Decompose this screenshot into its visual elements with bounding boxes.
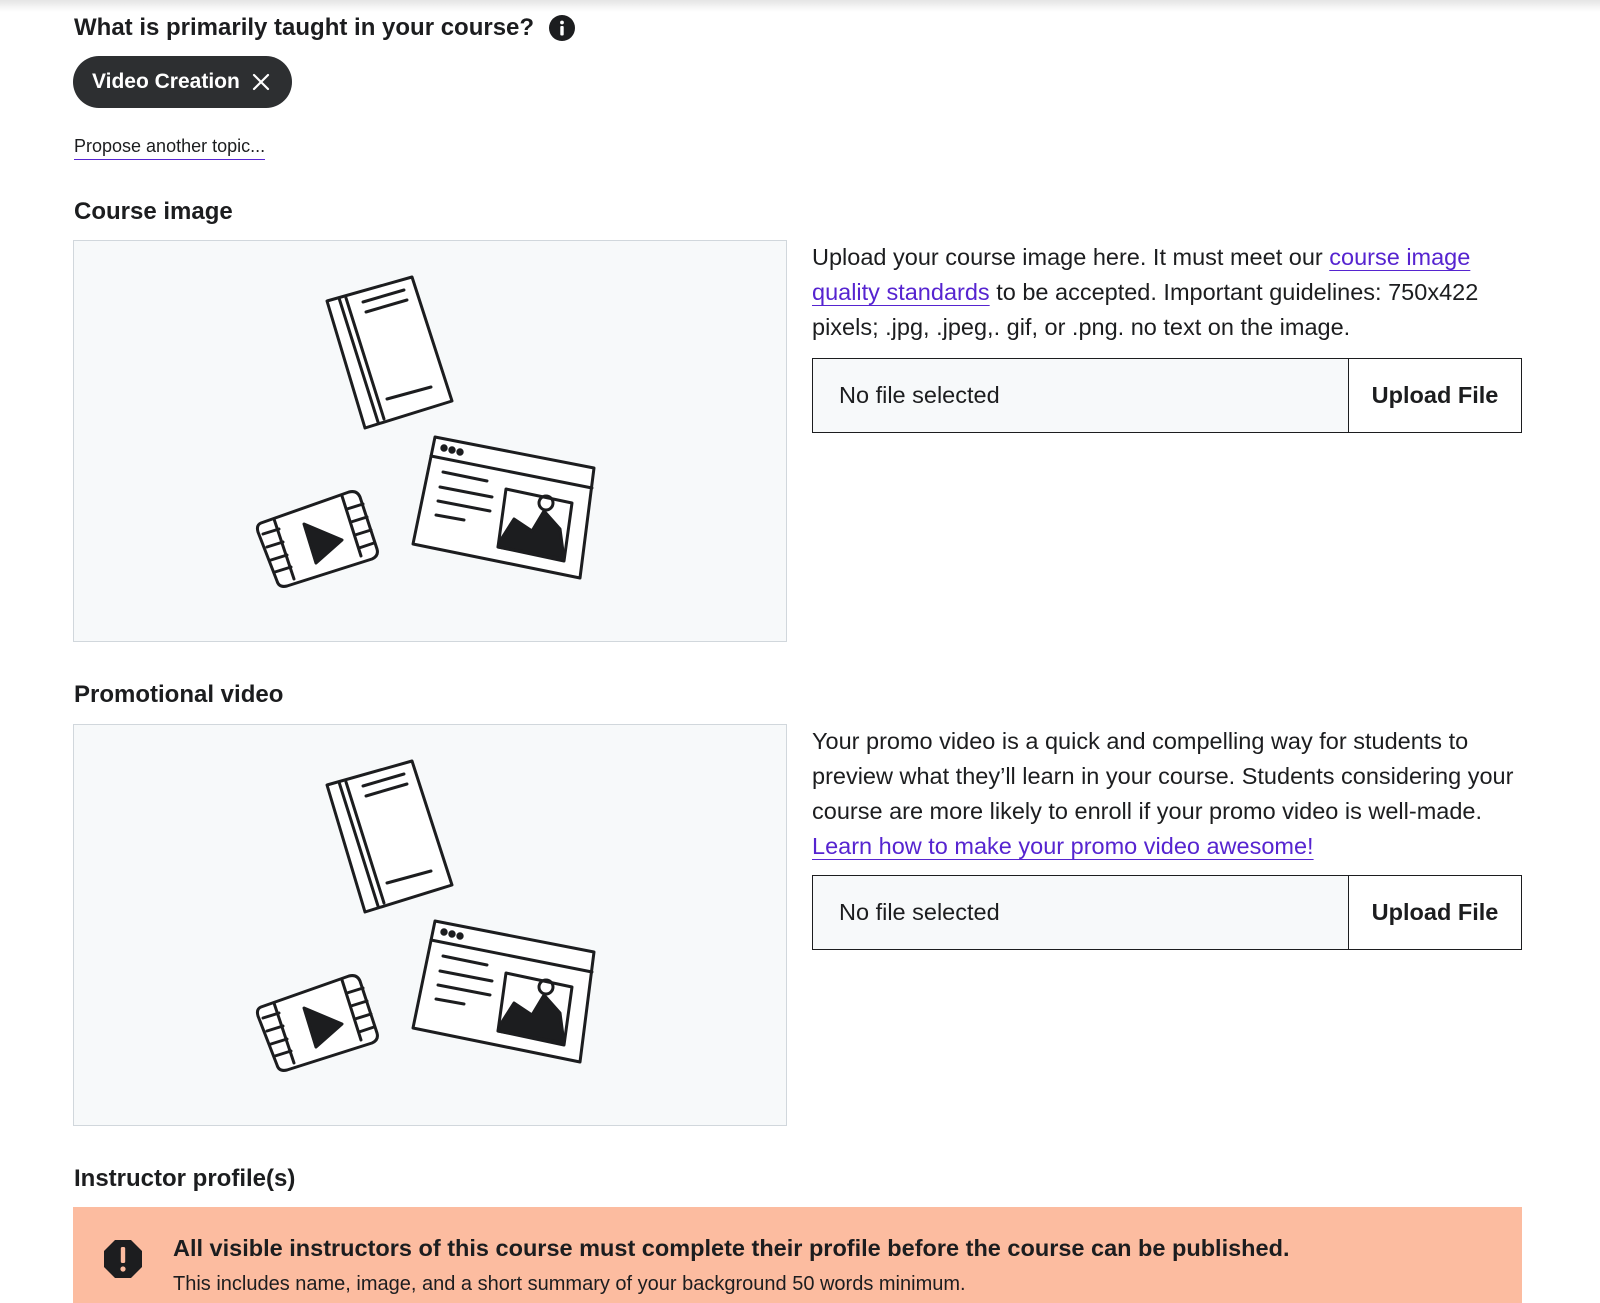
course-image-preview bbox=[73, 240, 787, 642]
browser-window-icon bbox=[411, 435, 596, 580]
selected-topic-label: Video Creation bbox=[92, 70, 240, 93]
propose-topic-link[interactable]: Propose another topic... bbox=[74, 134, 266, 160]
course-image-upload-button[interactable]: Upload File bbox=[1348, 359, 1521, 432]
topic-question: What is primarily taught in your course? bbox=[74, 10, 576, 46]
selected-topic-chip[interactable]: Video Creation bbox=[73, 56, 292, 108]
browser-window-icon bbox=[411, 919, 596, 1064]
book-icon bbox=[325, 275, 454, 430]
promo-video-help-link[interactable]: Learn how to make your promo video aweso… bbox=[812, 833, 1314, 859]
info-icon[interactable] bbox=[548, 14, 576, 42]
book-icon bbox=[325, 759, 454, 914]
course-image-heading: Course image bbox=[74, 198, 233, 225]
instructor-profile-alert: All visible instructors of this course m… bbox=[73, 1207, 1522, 1303]
course-image-desc-text: Upload your course image here. It must m… bbox=[812, 244, 1330, 270]
alert-octagon-icon bbox=[103, 1239, 143, 1279]
promo-video-heading: Promotional video bbox=[74, 681, 284, 708]
alert-body: This includes name, image, and a short s… bbox=[173, 1273, 966, 1295]
media-illustration-icon bbox=[255, 275, 596, 588]
video-player-icon bbox=[255, 974, 379, 1072]
topic-question-label: What is primarily taught in your course? bbox=[74, 14, 535, 41]
media-illustration-icon bbox=[255, 759, 596, 1072]
promo-video-description: Your promo video is a quick and compelli… bbox=[812, 724, 1520, 864]
close-icon[interactable] bbox=[252, 73, 270, 91]
video-player-icon bbox=[255, 490, 379, 588]
promo-video-preview bbox=[73, 724, 787, 1126]
course-image-file-status: No file selected bbox=[839, 382, 1000, 408]
instructor-profiles-heading: Instructor profile(s) bbox=[74, 1165, 296, 1192]
course-image-description: Upload your course image here. It must m… bbox=[812, 240, 1520, 345]
course-image-file-input[interactable]: No file selected Upload File bbox=[812, 358, 1522, 433]
promo-video-file-status: No file selected bbox=[839, 899, 1000, 925]
promo-video-file-input[interactable]: No file selected Upload File bbox=[812, 875, 1522, 950]
promo-video-desc-text: Your promo video is a quick and compelli… bbox=[812, 728, 1514, 824]
promo-video-upload-button[interactable]: Upload File bbox=[1348, 876, 1521, 949]
alert-title: All visible instructors of this course m… bbox=[173, 1235, 1290, 1261]
